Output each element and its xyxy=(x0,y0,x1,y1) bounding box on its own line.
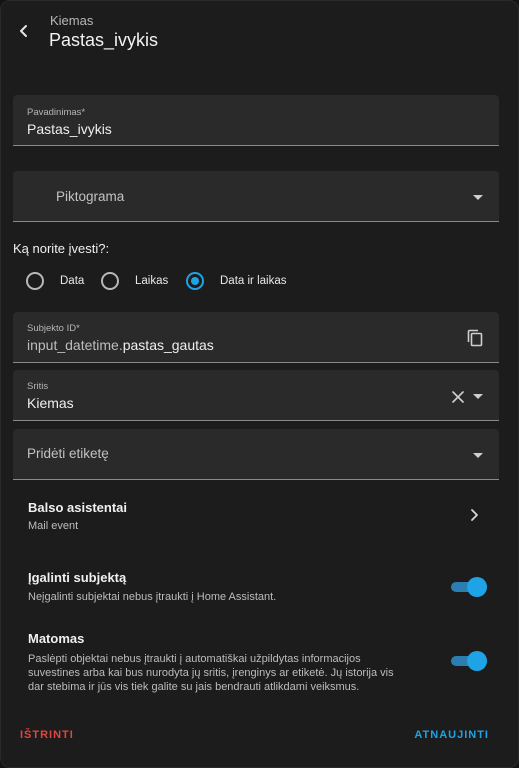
radio-option-time[interactable]: Laikas xyxy=(101,271,168,291)
visible-description: Paslėpti objektai nebus įtraukti į autom… xyxy=(28,653,394,693)
entity-id-prefix: input_datetime. xyxy=(27,337,123,353)
entity-id-field[interactable]: Subjekto ID* input_datetime.pastas_gauta… xyxy=(13,312,499,363)
visible-toggle[interactable] xyxy=(451,651,487,671)
chevron-right-icon[interactable] xyxy=(470,508,480,522)
labels-field[interactable]: Pridėti etiketę xyxy=(13,429,499,480)
radio-date-and-time-label: Data ir laikas xyxy=(220,275,287,287)
arrow-left-icon xyxy=(20,25,27,37)
back-button[interactable] xyxy=(13,20,35,42)
input-type-question: Ką norite įvesti?: xyxy=(13,241,110,256)
radio-option-date-and-time[interactable]: Data ir laikas xyxy=(186,271,286,291)
page-title: Pastas_ivykis xyxy=(49,30,159,50)
update-button[interactable]: ATNAUJINTI xyxy=(414,729,489,741)
chevron-down-icon[interactable] xyxy=(473,195,483,200)
area-label: Sritis xyxy=(27,381,49,392)
close-icon[interactable] xyxy=(452,391,464,403)
entity-id-name: pastas_gautas xyxy=(122,337,214,353)
area-value: Kiemas xyxy=(27,395,74,411)
dialog-header: Kiemas Pastas_ivykis xyxy=(1,1,518,65)
icon-picker-field[interactable]: Piktograma xyxy=(13,171,499,222)
enable-entity-description: Neįgalinti subjektai nebus įtraukti į Ho… xyxy=(28,591,277,603)
name-field[interactable]: Pavadinimas* Pastas_ivykis xyxy=(13,95,499,146)
voice-assistants-title[interactable]: Balso asistentai xyxy=(28,500,127,515)
visible-title: Matomas xyxy=(28,631,85,646)
name-field-value: Pastas_ivykis xyxy=(27,121,112,137)
area-field[interactable]: Sritis Kiemas xyxy=(13,370,499,421)
chevron-down-icon[interactable] xyxy=(473,394,483,399)
header-subtitle: Kiemas xyxy=(50,13,94,28)
chevron-down-icon[interactable] xyxy=(473,453,483,458)
entity-id-label: Subjekto ID* xyxy=(27,323,80,334)
radio-time[interactable] xyxy=(101,272,119,290)
radio-date-and-time[interactable] xyxy=(186,272,204,290)
enable-entity-toggle[interactable] xyxy=(451,577,487,597)
copy-icon[interactable] xyxy=(467,329,483,347)
radio-option-date[interactable]: Data xyxy=(26,271,84,291)
radio-time-label: Laikas xyxy=(135,275,169,287)
delete-button[interactable]: IŠTRINTI xyxy=(20,729,74,741)
name-field-label: Pavadinimas* xyxy=(27,107,86,118)
voice-assistants-subtitle: Mail event xyxy=(28,520,79,532)
entity-id-value: input_datetime.pastas_gautas xyxy=(27,337,214,353)
entity-settings-dialog: Kiemas Pastas_ivykis Pavadinimas* Pastas… xyxy=(0,0,519,768)
icon-picker-placeholder: Piktograma xyxy=(56,189,125,204)
labels-placeholder: Pridėti etiketę xyxy=(27,446,109,461)
radio-date-label: Data xyxy=(60,275,85,287)
enable-entity-title: Įgalinti subjektą xyxy=(28,570,127,585)
radio-date[interactable] xyxy=(26,272,44,290)
